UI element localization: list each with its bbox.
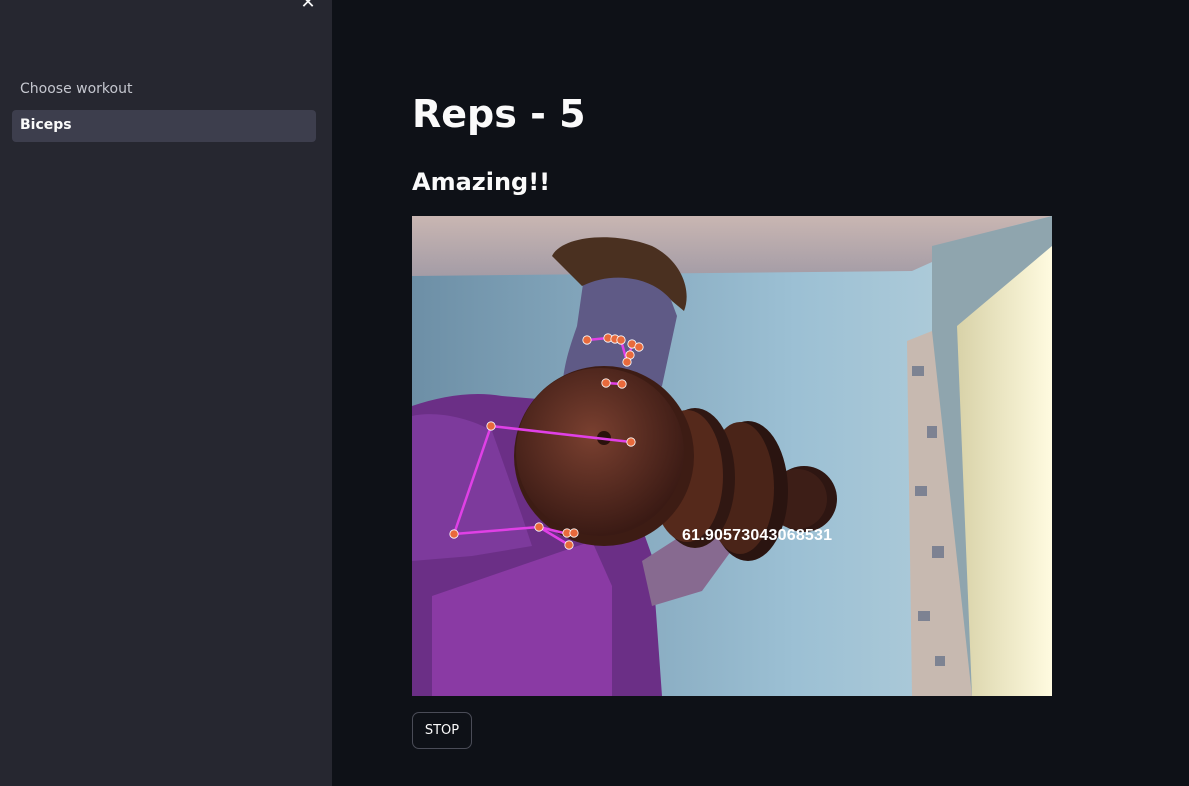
stop-button[interactable]: STOP bbox=[412, 712, 472, 749]
sidebar: ✕ Choose workout Biceps bbox=[0, 0, 332, 786]
reps-title: Reps - 5 bbox=[412, 92, 586, 136]
webcam-feed: 61.90573043068531 bbox=[412, 216, 1052, 696]
elbow-angle-readout: 61.90573043068531 bbox=[682, 527, 833, 544]
close-sidebar-icon[interactable]: ✕ bbox=[299, 0, 317, 12]
choose-workout-label: Choose workout bbox=[20, 81, 133, 97]
webcam-image bbox=[412, 216, 1052, 696]
workout-option-biceps[interactable]: Biceps bbox=[12, 110, 316, 142]
main-content: Reps - 5 Amazing!! 61.90573043068531 STO… bbox=[332, 0, 1189, 786]
feedback-text: Amazing!! bbox=[412, 168, 551, 196]
app: ✕ Choose workout Biceps Reps - 5 Amazing… bbox=[0, 0, 1189, 786]
workout-option-label: Biceps bbox=[20, 117, 72, 133]
